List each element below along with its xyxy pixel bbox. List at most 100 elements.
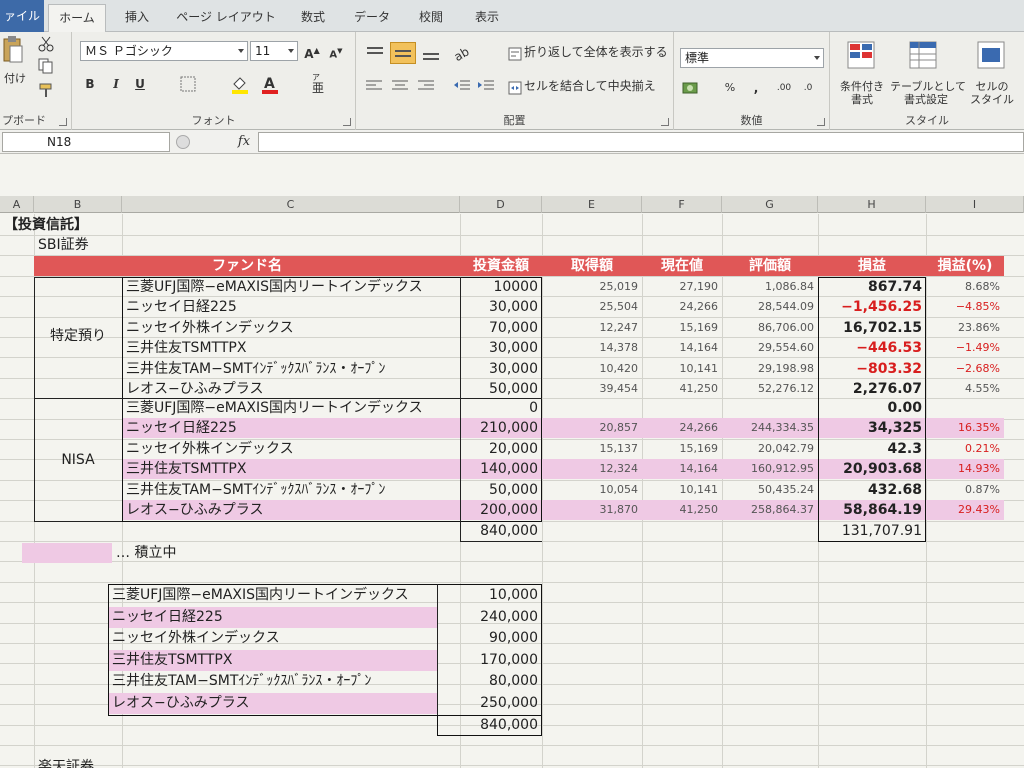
shrink-font-icon[interactable]: A▼: [326, 41, 346, 61]
profit-loss-pct-cell[interactable]: −1.49%: [926, 338, 1004, 358]
tab-review[interactable]: 校閲: [406, 4, 456, 32]
profit-loss-pct-cell[interactable]: 8.68%: [926, 277, 1004, 297]
profit-loss-pct-cell[interactable]: 0.21%: [926, 439, 1004, 459]
valuation-cell[interactable]: 52,276.12: [722, 379, 818, 399]
price-cell[interactable]: 10,141: [642, 359, 722, 379]
profit-loss-pct-cell[interactable]: −2.68%: [926, 359, 1004, 379]
wrap-text-icon[interactable]: [508, 46, 522, 61]
currency-icon[interactable]: [682, 80, 706, 96]
cost-cell[interactable]: 12,324: [542, 459, 642, 479]
font-color-icon[interactable]: A: [260, 74, 280, 94]
copy-icon[interactable]: [38, 58, 54, 74]
profit-loss-pct-cell[interactable]: 14.93%: [926, 459, 1004, 479]
tab-home[interactable]: ホーム: [48, 4, 106, 33]
phonetic-icon[interactable]: ア亜: [308, 72, 330, 95]
font-name-combo[interactable]: ＭＳ Ｐゴシック: [80, 41, 248, 61]
increase-decimal-icon[interactable]: .00: [774, 78, 794, 98]
paste-icon[interactable]: [2, 36, 24, 64]
broker-name[interactable]: SBI証券: [38, 235, 89, 255]
cost-cell[interactable]: 20,857: [542, 418, 642, 438]
cost-cell[interactable]: 12,247: [542, 318, 642, 338]
price-cell[interactable]: 14,164: [642, 459, 722, 479]
cost-cell[interactable]: 39,454: [542, 379, 642, 399]
cost-cell[interactable]: 14,378: [542, 338, 642, 358]
column-header-b[interactable]: B: [34, 196, 122, 213]
name-box[interactable]: N18: [2, 132, 170, 152]
sheet-title[interactable]: 【投資信託】: [4, 215, 88, 235]
header-fund-name[interactable]: ファンド名: [34, 256, 460, 276]
formula-input[interactable]: [258, 132, 1024, 152]
total-investment[interactable]: 840,000: [460, 521, 542, 541]
cost-cell[interactable]: 31,870: [542, 500, 642, 520]
cost-cell[interactable]: 25,504: [542, 297, 642, 317]
alignment-launcher-icon[interactable]: [661, 118, 669, 126]
group-label-nisa[interactable]: NISA: [34, 450, 122, 470]
valuation-cell[interactable]: 1,086.84: [722, 277, 818, 297]
comma-icon[interactable]: ,: [746, 78, 766, 98]
cost-cell[interactable]: 10,054: [542, 480, 642, 500]
bold-icon[interactable]: B: [80, 74, 100, 94]
paste-button[interactable]: 付け: [0, 72, 30, 85]
profit-loss-pct-cell[interactable]: −4.85%: [926, 297, 1004, 317]
cost-cell[interactable]: 10,420: [542, 359, 642, 379]
valuation-cell[interactable]: 29,554.60: [722, 338, 818, 358]
profit-loss-pct-cell[interactable]: 16.35%: [926, 418, 1004, 438]
group-label-tokutei[interactable]: 特定預り: [34, 326, 122, 346]
header-price[interactable]: 現在値: [642, 256, 722, 276]
tab-formulas[interactable]: 数式: [288, 4, 338, 32]
header-valuation[interactable]: 評価額: [722, 256, 818, 276]
fill-color-icon[interactable]: [230, 74, 250, 94]
cut-icon[interactable]: [38, 36, 54, 52]
valuation-cell[interactable]: 20,042.79: [722, 439, 818, 459]
price-cell[interactable]: 41,250: [642, 500, 722, 520]
insert-function-icon[interactable]: fx: [232, 132, 256, 152]
column-header-d[interactable]: D: [460, 196, 542, 213]
table-format-button[interactable]: テーブルとして 書式設定: [890, 80, 966, 106]
header-cost[interactable]: 取得額: [542, 256, 642, 276]
decrease-indent-icon[interactable]: [452, 78, 472, 94]
wrap-text-button[interactable]: 折り返して全体を表示する: [524, 46, 668, 59]
tab-view[interactable]: 表示: [462, 4, 512, 32]
header-profit-loss-pct[interactable]: 損益(%): [926, 256, 1004, 276]
column-header-i[interactable]: I: [926, 196, 1024, 213]
profit-loss-pct-cell[interactable]: 0.87%: [926, 480, 1004, 500]
tab-insert[interactable]: 挿入: [112, 4, 162, 32]
valuation-cell[interactable]: 86,706.00: [722, 318, 818, 338]
column-header-e[interactable]: E: [542, 196, 642, 213]
table-format-icon[interactable]: [908, 40, 938, 70]
conditional-format-icon[interactable]: [846, 40, 876, 70]
price-cell[interactable]: 10,141: [642, 480, 722, 500]
merge-center-button[interactable]: セルを結合して中央揃え: [524, 80, 656, 93]
column-header-f[interactable]: F: [642, 196, 722, 213]
conditional-format-button[interactable]: 条件付き 書式: [834, 80, 890, 106]
increase-indent-icon[interactable]: [476, 78, 496, 94]
column-header-h[interactable]: H: [818, 196, 926, 213]
align-center-icon[interactable]: [390, 78, 410, 94]
cell-style-button[interactable]: セルの スタイル: [964, 80, 1020, 106]
align-bottom-icon[interactable]: [420, 44, 442, 62]
profit-loss-pct-cell[interactable]: 23.86%: [926, 318, 1004, 338]
profit-loss-pct-cell[interactable]: 4.55%: [926, 379, 1004, 399]
valuation-cell[interactable]: 258,864.37: [722, 500, 818, 520]
tab-file[interactable]: ァイル: [0, 0, 44, 32]
price-cell[interactable]: 24,266: [642, 418, 722, 438]
worksheet[interactable]: A B C D E F G H I 【投資信託】 SBI証券 ファンド名 投資金…: [0, 154, 1024, 768]
cost-cell[interactable]: 25,019: [542, 277, 642, 297]
valuation-cell[interactable]: 244,334.35: [722, 418, 818, 438]
profit-loss-pct-cell[interactable]: 29.43%: [926, 500, 1004, 520]
number-format-combo[interactable]: 標準: [680, 48, 824, 68]
column-header-c[interactable]: C: [122, 196, 460, 213]
orientation-icon[interactable]: ab: [452, 42, 476, 64]
font-launcher-icon[interactable]: [343, 118, 351, 126]
cost-cell[interactable]: 15,137: [542, 439, 642, 459]
border-icon[interactable]: [180, 76, 198, 92]
align-right-icon[interactable]: [416, 78, 436, 94]
font-size-combo[interactable]: 11: [250, 41, 298, 61]
header-investment[interactable]: 投資金額: [460, 256, 542, 276]
valuation-cell[interactable]: 28,544.09: [722, 297, 818, 317]
italic-icon[interactable]: I: [106, 74, 126, 94]
price-cell[interactable]: 15,169: [642, 439, 722, 459]
price-cell[interactable]: 27,190: [642, 277, 722, 297]
column-header-g[interactable]: G: [722, 196, 818, 213]
decrease-decimal-icon[interactable]: .0: [798, 78, 818, 98]
